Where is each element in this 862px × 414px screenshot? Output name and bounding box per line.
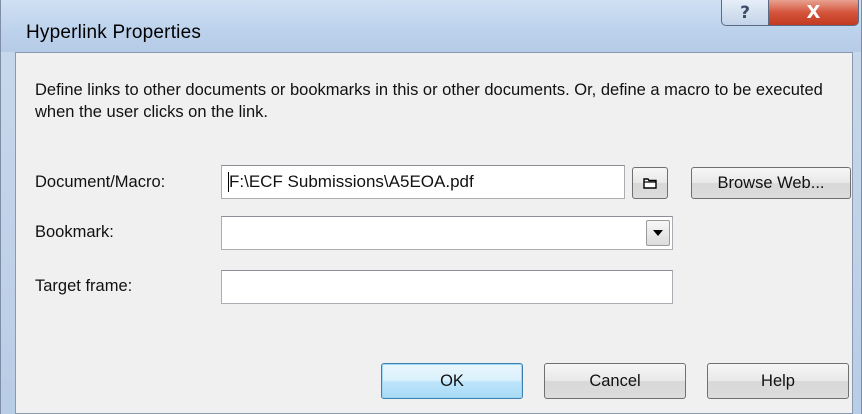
- chevron-down-icon: [653, 230, 663, 236]
- help-caption-button[interactable]: ?: [721, 0, 769, 26]
- document-macro-label: Document/Macro:: [35, 173, 166, 191]
- dialog-body: Define links to other documents or bookm…: [15, 52, 853, 414]
- dialog-window: Hyperlink Properties ? X Define links to…: [0, 0, 862, 414]
- target-frame-label: Target frame:: [35, 277, 133, 295]
- folder-icon: [643, 178, 657, 189]
- dialog-title: Hyperlink Properties: [26, 22, 202, 43]
- document-macro-value: F:\ECF Submissions\A5EOA.pdf: [229, 172, 474, 191]
- bookmark-combobox[interactable]: [221, 216, 673, 250]
- close-icon: X: [806, 2, 821, 23]
- dialog-description: Define links to other documents or bookm…: [35, 81, 823, 121]
- bookmark-dropdown-button[interactable]: [646, 220, 670, 246]
- close-button[interactable]: X: [769, 0, 859, 26]
- target-frame-input[interactable]: [221, 270, 673, 304]
- caption-buttons: ? X: [721, 0, 859, 26]
- help-button[interactable]: Help: [707, 363, 849, 399]
- question-icon: ?: [740, 2, 750, 23]
- browse-folder-button[interactable]: [632, 167, 668, 199]
- bookmark-label: Bookmark:: [35, 223, 114, 241]
- cancel-button[interactable]: Cancel: [544, 363, 686, 399]
- browse-web-button[interactable]: Browse Web...: [691, 167, 851, 199]
- ok-button[interactable]: OK: [381, 363, 523, 399]
- title-bar[interactable]: Hyperlink Properties ? X: [1, 0, 861, 52]
- document-macro-input[interactable]: F:\ECF Submissions\A5EOA.pdf: [221, 165, 625, 199]
